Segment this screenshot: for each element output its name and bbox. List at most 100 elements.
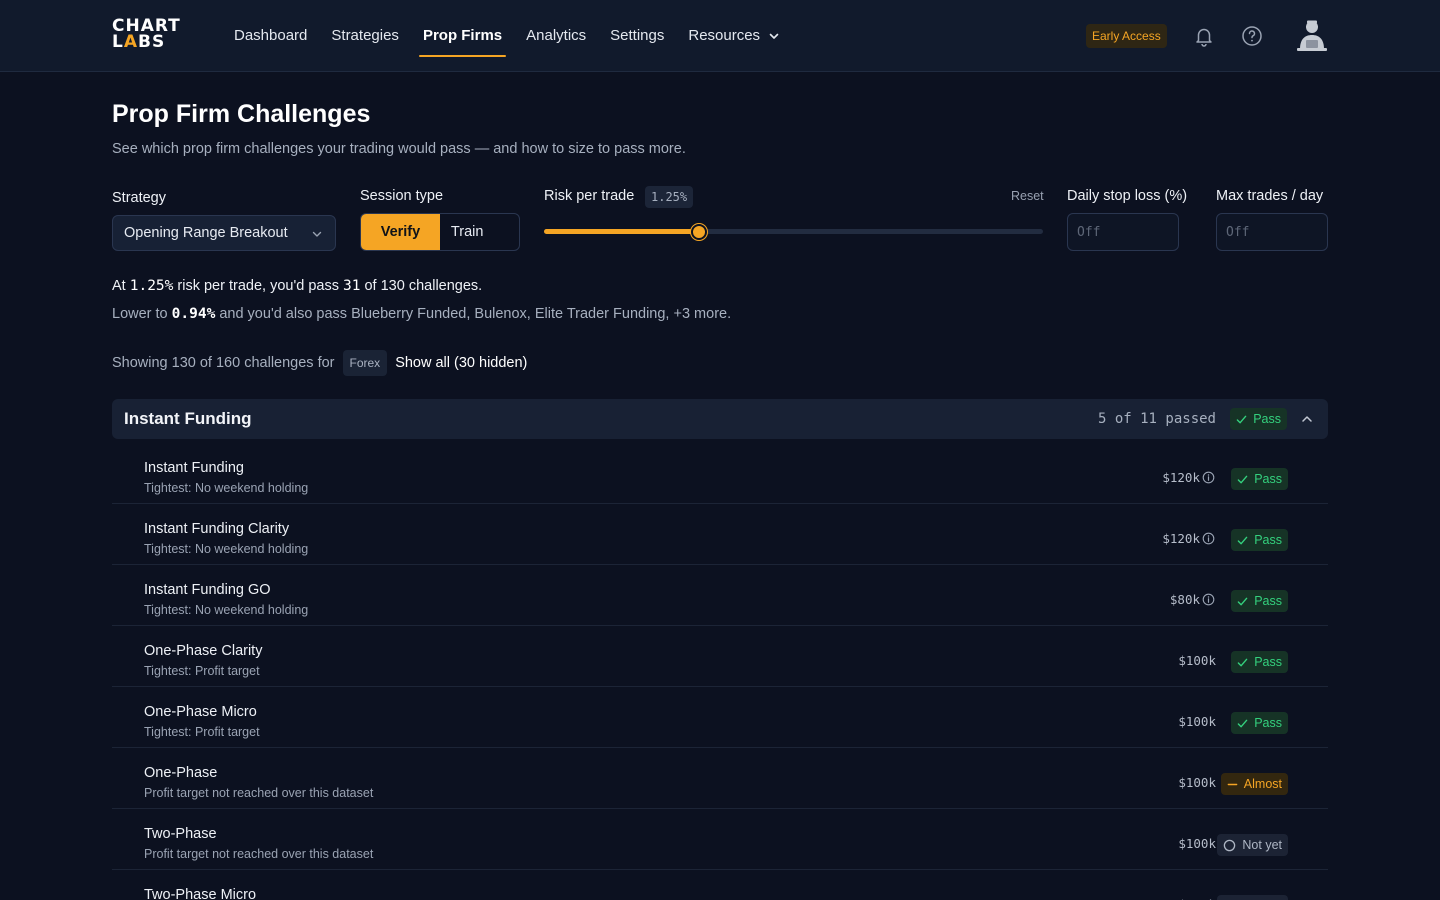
nav-link-analytics[interactable]: Analytics xyxy=(526,0,586,72)
show-all-link[interactable]: Show all (30 hidden) xyxy=(395,355,527,371)
nav-link-strategies[interactable]: Strategies xyxy=(331,0,399,72)
challenge-name: Instant Funding GO xyxy=(144,582,271,598)
status-label: Almost xyxy=(1243,777,1282,791)
challenge-account-size: $100k xyxy=(1178,653,1216,668)
status-badge: Pass xyxy=(1231,651,1288,673)
showing-count-text: Showing 130 of 160 challenges for xyxy=(112,355,335,371)
max-trades-label: Max trades / day xyxy=(1216,188,1324,204)
group-header-instant-funding[interactable]: Instant Funding 5 of 11 passed Pass xyxy=(112,399,1328,439)
summary-prefix: At xyxy=(112,278,130,294)
risk-value-chip: 1.25% xyxy=(645,186,694,208)
challenge-account-size: $120k xyxy=(1162,531,1200,546)
circle-icon xyxy=(1224,839,1236,851)
avatar-icon[interactable] xyxy=(1294,18,1330,54)
status-label: Pass xyxy=(1254,716,1282,730)
challenge-detail: Tightest: No weekend holding xyxy=(144,481,309,495)
risk-slider-track[interactable] xyxy=(544,229,1043,234)
status-badge: Almost xyxy=(1220,773,1288,795)
session-type-label: Session type xyxy=(360,188,444,204)
session-verify-button[interactable]: Verify xyxy=(361,214,440,250)
logo-accent-letter: A xyxy=(123,32,139,52)
nav-link-dashboard[interactable]: Dashboard xyxy=(234,0,307,72)
challenge-account-size: $100k xyxy=(1178,775,1216,790)
status-badge: Pass xyxy=(1231,529,1288,551)
challenge-name: Two-Phase xyxy=(144,826,217,842)
check-icon xyxy=(1236,415,1247,423)
challenge-name: One-Phase xyxy=(144,765,218,781)
daily-stop-loss-input[interactable] xyxy=(1067,213,1179,251)
nav-link-prop-firms[interactable]: Prop Firms xyxy=(418,0,507,72)
chevron-down-icon xyxy=(769,33,779,39)
market-chip[interactable]: Forex xyxy=(342,350,388,376)
nav-link-resources-label: Resources xyxy=(688,27,761,44)
challenge-name: Instant Funding Clarity xyxy=(144,521,290,537)
hint-prefix: Lower to xyxy=(112,306,172,322)
status-label: Pass xyxy=(1254,594,1282,608)
main-nav: Dashboard Strategies Prop Firms Analytic… xyxy=(234,0,804,72)
challenge-account-size: $120k xyxy=(1162,470,1200,485)
page-title: Prop Firm Challenges xyxy=(112,100,371,128)
top-navigation: CHART LABS Dashboard Strategies Prop Fir… xyxy=(0,0,1440,72)
info-icon[interactable] xyxy=(1202,532,1215,545)
summary-suffix: of 130 challenges. xyxy=(360,278,483,294)
challenge-row[interactable]: Instant Funding Tightest: No weekend hold… xyxy=(112,443,1328,504)
status-label: Pass xyxy=(1254,655,1282,669)
status-badge: Pass xyxy=(1231,468,1288,490)
daily-stop-loss-label: Daily stop loss (%) xyxy=(1067,188,1188,204)
summary-risk-value: 1.25% xyxy=(129,278,174,294)
challenge-name: One-Phase Micro xyxy=(144,704,257,720)
hint-suffix: and you'd also pass Blueberry Funded, Bu… xyxy=(215,306,732,322)
check-icon xyxy=(1237,536,1248,544)
status-label: Not yet xyxy=(1242,838,1282,852)
challenge-row[interactable]: One-Phase Micro Tightest: Profit target $1… xyxy=(112,687,1328,748)
group-status-badge: Pass xyxy=(1230,408,1287,430)
lower-risk-hint: Lower to 0.94% and you'd also pass Blueb… xyxy=(112,306,731,322)
help-icon[interactable] xyxy=(1240,24,1264,48)
challenge-detail: Tightest: No weekend holding xyxy=(144,603,309,617)
info-icon[interactable] xyxy=(1202,593,1215,606)
early-access-badge[interactable]: Early Access xyxy=(1086,24,1167,48)
status-label: Pass xyxy=(1254,472,1282,486)
challenge-row[interactable]: Instant Funding Clarity Tightest: No week… xyxy=(112,504,1328,565)
chartlabs-logo[interactable]: CHART LABS xyxy=(112,18,180,54)
nav-link-resources[interactable]: Resources xyxy=(688,0,780,72)
check-icon xyxy=(1237,475,1248,483)
summary-pass-count: 31 xyxy=(343,278,361,294)
chevron-up-icon[interactable] xyxy=(1300,412,1314,426)
challenge-row[interactable]: Instant Funding GO Tightest: No weekend h… xyxy=(112,565,1328,626)
strategy-value: Opening Range Breakout xyxy=(124,225,288,241)
challenge-row[interactable]: Two-Phase Micro$100kNot yet xyxy=(112,870,1328,900)
strategy-select[interactable]: Opening Range Breakout xyxy=(112,215,336,251)
check-icon xyxy=(1237,658,1248,666)
chevron-down-icon xyxy=(312,231,322,237)
status-badge: Not yet xyxy=(1217,895,1288,900)
pass-summary: At 1.25% risk per trade, you'd pass 31 o… xyxy=(112,278,482,294)
page-subtitle: See which prop firm challenges your trad… xyxy=(112,141,686,157)
info-icon[interactable] xyxy=(1202,471,1215,484)
challenge-detail: Tightest: Profit target xyxy=(144,725,260,739)
challenge-name: Two-Phase Micro xyxy=(144,887,257,900)
max-trades-input[interactable] xyxy=(1216,213,1328,251)
risk-slider-fill xyxy=(544,229,699,234)
group-passed-count: 5 of 11 passed xyxy=(1097,411,1216,427)
hint-risk-value: 0.94% xyxy=(171,306,216,322)
risk-per-trade-label: Risk per trade xyxy=(544,188,635,204)
challenge-row[interactable]: Two-Phase Profit target not reached over … xyxy=(112,809,1328,870)
challenge-row[interactable]: One-Phase Clarity Tightest: Profit target… xyxy=(112,626,1328,687)
status-label: Pass xyxy=(1254,533,1282,547)
challenge-account-size: $80k xyxy=(1169,592,1200,607)
status-label: Not yet xyxy=(1242,895,1282,900)
challenge-row[interactable]: One-Phase Profit target not reached over … xyxy=(112,748,1328,809)
risk-slider-handle[interactable] xyxy=(690,224,707,240)
challenge-detail: Profit target not reached over this data… xyxy=(144,847,374,861)
dash-icon xyxy=(1227,783,1238,785)
bell-icon[interactable] xyxy=(1192,24,1216,48)
session-train-button[interactable]: Train xyxy=(440,214,519,250)
status-badge: Pass xyxy=(1231,712,1288,734)
reset-button[interactable]: Reset xyxy=(1011,189,1044,203)
check-icon xyxy=(1237,719,1248,727)
challenge-detail: Profit target not reached over this data… xyxy=(144,786,374,800)
check-icon xyxy=(1237,597,1248,605)
challenge-detail: Tightest: Profit target xyxy=(144,664,260,678)
nav-link-settings[interactable]: Settings xyxy=(610,0,664,72)
